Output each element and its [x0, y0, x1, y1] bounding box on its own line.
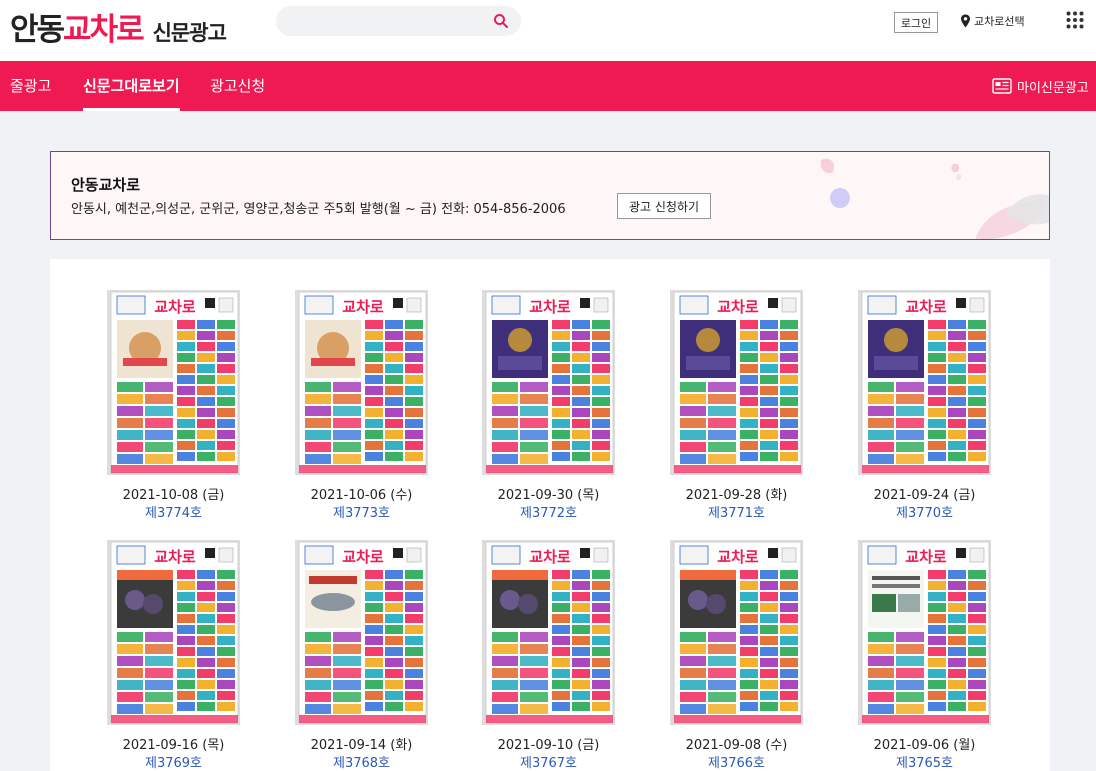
logo-region: 안동: [10, 12, 65, 48]
nav-item-newspaper-view[interactable]: 신문그대로보기: [83, 61, 180, 111]
issue-grid: 교차로 2021-10-08 (금) 제3774호 교차로 2021-10-06 (수)…: [50, 259, 1050, 771]
grid-icon[interactable]: [1066, 11, 1084, 29]
publication-description: 안동시, 예천군,의성군, 군위군, 영양군,청송군 주5회 발행(월 ~ 금)…: [71, 202, 566, 217]
search-input[interactable]: [290, 11, 480, 31]
newspaper-icon: [992, 78, 1012, 94]
svg-text:교차로: 교차로: [905, 298, 947, 316]
issue-number-link[interactable]: 제3770호: [811, 502, 1038, 521]
svg-text:교차로: 교차로: [905, 548, 947, 566]
issue-card[interactable]: 교차로 2021-09-10 (금) 제3767호: [435, 540, 615, 771]
active-tab-indicator: [83, 108, 180, 111]
svg-text:교차로: 교차로: [529, 298, 571, 316]
issue-cover-thumbnail[interactable]: 교차로: [670, 290, 803, 475]
logo-brand: 교차로: [63, 12, 145, 48]
main-nav: 줄광고 신문그대로보기 광고신청 마이신문광고: [0, 61, 1096, 111]
logo-subtitle: 신문광고: [152, 21, 227, 45]
site-logo[interactable]: 안동 교차로 신문광고: [10, 4, 227, 48]
top-header: 안동 교차로 신문광고 로그인 교차로선택: [0, 0, 1096, 61]
svg-text:교차로: 교차로: [154, 298, 196, 316]
issue-cover-thumbnail[interactable]: 교차로: [295, 290, 428, 475]
svg-text:교차로: 교차로: [529, 548, 571, 566]
my-newspaper-ad-link[interactable]: 마이신문광고: [992, 61, 1089, 111]
issue-cover-thumbnail[interactable]: 교차로: [482, 290, 615, 475]
login-button[interactable]: 로그인: [894, 12, 938, 33]
map-pin-icon: [961, 14, 970, 28]
issue-cover-thumbnail[interactable]: 교차로: [858, 540, 991, 725]
my-ad-label: 마이신문광고: [1017, 80, 1089, 96]
publication-info-banner: 안동교차로 안동시, 예천군,의성군, 군위군, 영양군,청송군 주5회 발행(…: [50, 151, 1050, 240]
issue-cover-thumbnail[interactable]: 교차로: [482, 540, 615, 725]
issue-number-link[interactable]: 제3765호: [811, 752, 1038, 771]
ad-apply-button[interactable]: 광고 신청하기: [617, 193, 711, 219]
issue-date: 2021-09-24 (금): [873, 488, 976, 503]
issue-cover-thumbnail[interactable]: 교차로: [107, 540, 240, 725]
svg-text:교차로: 교차로: [154, 548, 196, 566]
issue-card[interactable]: 교차로 2021-09-24 (금) 제3770호: [811, 290, 991, 530]
issue-card[interactable]: 교차로 2021-10-06 (수) 제3773호: [248, 290, 428, 530]
search-box: [276, 6, 521, 36]
region-label: 교차로선택: [974, 15, 1025, 28]
issue-card[interactable]: 교차로 2021-10-08 (금) 제3774호: [60, 290, 240, 530]
nav-item-ad-apply[interactable]: 광고신청: [210, 61, 265, 111]
issue-cover-thumbnail[interactable]: 교차로: [295, 540, 428, 725]
issue-card[interactable]: 교차로 2021-09-06 (월) 제3765호: [811, 540, 991, 771]
issue-card[interactable]: 교차로 2021-09-16 (목) 제3769호: [60, 540, 240, 771]
issue-cover-thumbnail[interactable]: 교차로: [858, 290, 991, 475]
issue-cover-thumbnail[interactable]: 교차로: [670, 540, 803, 725]
issue-card[interactable]: 교차로 2021-09-28 (화) 제3771호: [623, 290, 803, 530]
svg-text:교차로: 교차로: [342, 548, 384, 566]
issue-date: 2021-09-06 (월): [873, 738, 976, 753]
region-select[interactable]: 교차로선택: [960, 12, 1025, 30]
svg-text:교차로: 교차로: [342, 298, 384, 316]
issue-card[interactable]: 교차로 2021-09-30 (목) 제3772호: [435, 290, 615, 530]
publication-title: 안동교차로: [71, 176, 141, 194]
issue-card[interactable]: 교차로 2021-09-14 (화) 제3768호: [248, 540, 428, 771]
search-icon[interactable]: [493, 13, 509, 29]
svg-text:교차로: 교차로: [717, 298, 759, 316]
issue-cover-thumbnail[interactable]: 교차로: [107, 290, 240, 475]
issue-card[interactable]: 교차로 2021-09-08 (수) 제3766호: [623, 540, 803, 771]
svg-text:교차로: 교차로: [717, 548, 759, 566]
nav-item-classified[interactable]: 줄광고: [10, 61, 51, 111]
petal-decoration-icon: [820, 158, 1049, 239]
